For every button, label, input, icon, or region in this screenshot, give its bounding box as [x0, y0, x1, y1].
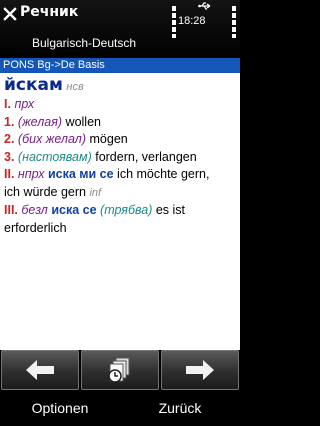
- context-gloss: (желая): [17, 114, 63, 129]
- translation: ich würde gern: [4, 184, 86, 199]
- grammar-label: нпрх: [17, 167, 45, 181]
- context-gloss: (бих желал): [17, 132, 87, 146]
- sense-number: III.: [4, 203, 18, 217]
- dictionary-direction-title: Bulgarisch-Deutsch: [31, 36, 137, 50]
- sense-number: 3.: [4, 149, 15, 164]
- sense-line: III. безл иска се (трябва) es ist: [4, 202, 236, 220]
- sense-number: 2.: [4, 132, 15, 146]
- context-gloss: (настоявам): [17, 149, 92, 164]
- battery-icon: [232, 6, 236, 38]
- arrow-right-icon: [186, 360, 214, 380]
- back-softkey[interactable]: Zurück: [120, 390, 240, 426]
- sense-line: ich würde gern inf: [4, 184, 236, 203]
- forward-button[interactable]: [161, 350, 239, 390]
- clock: 18:28: [178, 15, 206, 27]
- part-of-speech: нсв: [66, 81, 84, 93]
- translation: ich möchte gern,: [117, 167, 210, 181]
- signal-strength-icon: [172, 6, 176, 38]
- options-softkey[interactable]: Optionen: [0, 390, 120, 426]
- app-title: Речник: [20, 4, 79, 20]
- status-bar: Речник Bulgarisch-Deutsch 18:28: [0, 0, 240, 58]
- grammar-label: безл: [21, 203, 48, 217]
- translation: erforderlich: [4, 220, 67, 235]
- sense-line: I. прх: [4, 96, 236, 114]
- sense-line: II. нпрх иска ми се ich möchte gern,: [4, 166, 236, 184]
- translation: mögen: [89, 132, 128, 146]
- grammar-label: inf: [89, 186, 102, 199]
- navigation-toolbar: [0, 350, 240, 390]
- sense-line: 3. (настоявам) fordern, verlangen: [4, 149, 236, 167]
- grammar-label: прх: [14, 97, 35, 111]
- translation: wollen: [65, 114, 101, 129]
- sense-number: II.: [4, 167, 15, 181]
- close-icon[interactable]: [3, 7, 17, 21]
- usb-icon: [198, 2, 211, 10]
- sense-number: I.: [4, 97, 11, 111]
- translation: es ist: [155, 203, 186, 217]
- history-icon: [108, 357, 130, 383]
- sense-line: 1. (желая) wollen: [4, 114, 236, 132]
- sense-number: 1.: [4, 114, 15, 129]
- example-phrase[interactable]: иска ми се: [48, 167, 114, 181]
- arrow-left-icon: [26, 360, 54, 380]
- dictionary-name-bar[interactable]: PONS Bg->De Basis: [0, 58, 240, 73]
- example-phrase[interactable]: иска се: [51, 203, 96, 217]
- dictionary-content: PONS Bg->De Basis йскам нсв I. прх 1. (ж…: [0, 58, 240, 350]
- sense-line: 2. (бих желал) mögen: [4, 131, 236, 149]
- translation: fordern, verlangen: [95, 149, 197, 164]
- dictionary-entry: йскам нсв I. прх 1. (желая) wollen 2. (б…: [4, 75, 236, 237]
- sense-line: erforderlich: [4, 220, 236, 238]
- headword: йскам: [4, 75, 63, 95]
- headword-line: йскам нсв: [4, 75, 236, 96]
- history-button[interactable]: [81, 350, 159, 390]
- back-button[interactable]: [1, 350, 79, 390]
- context-gloss: (трябва): [100, 203, 153, 217]
- softkey-bar: Optionen Zurück: [0, 390, 240, 426]
